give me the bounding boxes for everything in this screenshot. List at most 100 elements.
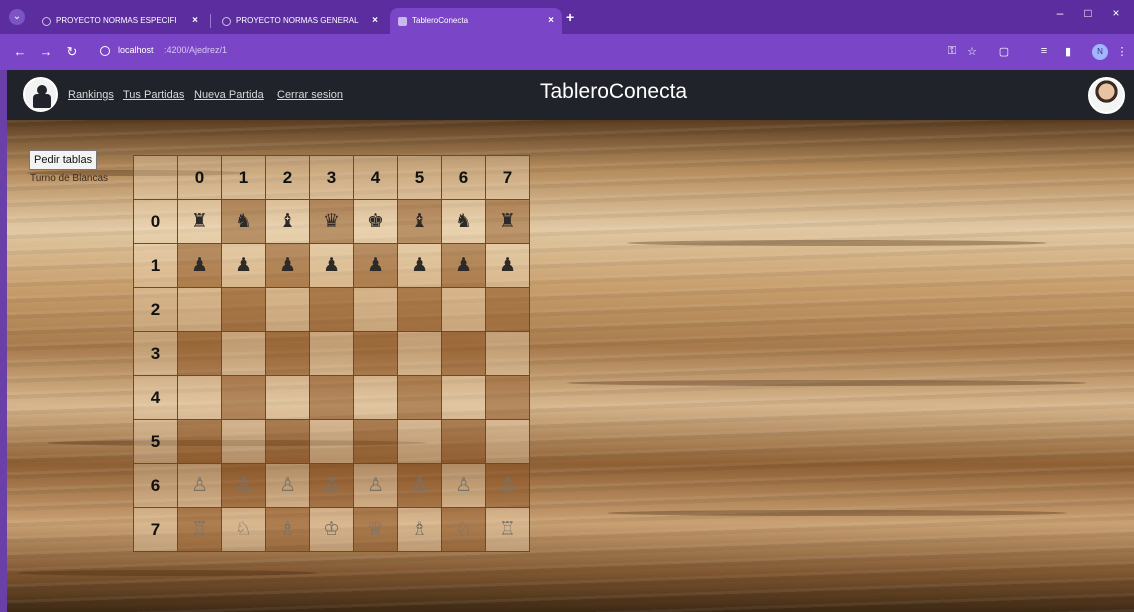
tab-search-icon[interactable]: ⌄ [9,9,25,25]
board-square[interactable]: ♘ [221,507,266,552]
browser-tab-tableroconecta[interactable]: TableroConecta × [390,8,562,34]
board-square[interactable] [177,331,222,376]
board-square[interactable]: ♙ [177,463,222,508]
black-bishop-icon[interactable]: ♝ [279,211,296,231]
board-square[interactable] [221,375,266,420]
board-square[interactable]: ♜ [177,199,222,244]
black-pawn-icon[interactable]: ♟ [411,255,428,275]
board-square[interactable]: ♗ [397,507,442,552]
board-square[interactable] [353,419,398,464]
black-pawn-icon[interactable]: ♟ [191,255,208,275]
close-icon[interactable]: × [372,8,378,34]
board-square[interactable]: ♗ [265,507,310,552]
board-square[interactable]: ♙ [441,463,486,508]
board-square[interactable]: ♜ [485,199,530,244]
white-pawn-icon[interactable]: ♙ [235,475,252,495]
board-square[interactable] [397,287,442,332]
board-square[interactable]: ♔ [309,507,354,552]
board-square[interactable]: ♙ [485,463,530,508]
board-square[interactable] [353,331,398,376]
white-rook-icon[interactable]: ♖ [191,519,208,539]
board-square[interactable]: ♟ [397,243,442,288]
board-square[interactable]: ♝ [397,199,442,244]
reload-icon[interactable]: ↻ [64,44,80,60]
password-key-icon[interactable]: ⚿ [944,45,960,58]
board-square[interactable]: ♙ [265,463,310,508]
board-square[interactable]: ♟ [177,243,222,288]
board-square[interactable] [353,375,398,420]
browser-tab-normas-generales[interactable]: PROYECTO NORMAS GENERAL × [214,8,386,34]
white-queen-icon[interactable]: ♕ [367,519,384,539]
board-square[interactable]: ♙ [353,463,398,508]
minimize-icon[interactable]: – [1050,6,1070,20]
board-square[interactable]: ♝ [265,199,310,244]
media-controls-icon[interactable]: ≡ [1036,45,1052,57]
board-square[interactable] [265,375,310,420]
board-square[interactable] [485,375,530,420]
close-icon[interactable]: × [192,8,198,34]
white-bishop-icon[interactable]: ♗ [279,519,296,539]
site-info-icon[interactable] [100,46,110,56]
browser-menu-icon[interactable]: ⋮ [1114,45,1130,58]
board-square[interactable]: ♞ [221,199,266,244]
board-square[interactable] [353,287,398,332]
address-bar[interactable]: localhost :4200/Ajedrez/1 [92,40,992,64]
profile-avatar-icon[interactable]: N [1092,44,1108,60]
nav-rankings[interactable]: Rankings [68,89,114,101]
board-square[interactable] [397,419,442,464]
black-rook-icon[interactable]: ♜ [499,211,516,231]
board-square[interactable] [177,287,222,332]
side-panel-icon[interactable]: ▮ [1060,45,1076,58]
board-square[interactable]: ♙ [397,463,442,508]
board-square[interactable] [441,419,486,464]
board-square[interactable] [309,331,354,376]
board-square[interactable] [265,287,310,332]
board-square[interactable] [397,331,442,376]
nav-nueva-partida[interactable]: Nueva Partida [194,89,264,101]
white-knight-icon[interactable]: ♘ [455,519,472,539]
board-square[interactable] [485,287,530,332]
restore-icon[interactable]: □ [1078,6,1098,20]
board-square[interactable] [265,419,310,464]
board-square[interactable]: ♟ [353,243,398,288]
request-draw-button[interactable]: Pedir tablas [29,150,98,170]
black-king-icon[interactable]: ♚ [367,211,384,231]
forward-icon[interactable]: → [38,44,54,59]
black-pawn-icon[interactable]: ♟ [323,255,340,275]
board-square[interactable] [485,419,530,464]
browser-tab-normas-especificas[interactable]: PROYECTO NORMAS ESPECIFI × [34,8,206,34]
white-pawn-icon[interactable]: ♙ [411,475,428,495]
white-rook-icon[interactable]: ♖ [499,519,516,539]
board-square[interactable]: ♛ [309,199,354,244]
white-pawn-icon[interactable]: ♙ [191,475,208,495]
white-pawn-icon[interactable]: ♙ [323,475,340,495]
user-avatar[interactable] [1088,77,1125,114]
board-square[interactable] [177,419,222,464]
white-pawn-icon[interactable]: ♙ [279,475,296,495]
board-square[interactable] [397,375,442,420]
nav-tus-partidas[interactable]: Tus Partidas [123,89,184,101]
logo-icon[interactable] [23,77,58,112]
board-square[interactable]: ♟ [221,243,266,288]
white-pawn-icon[interactable]: ♙ [367,475,384,495]
board-square[interactable] [309,287,354,332]
board-square[interactable]: ♟ [485,243,530,288]
board-square[interactable]: ♖ [485,507,530,552]
board-square[interactable]: ♘ [441,507,486,552]
black-pawn-icon[interactable]: ♟ [367,255,384,275]
board-square[interactable]: ♟ [441,243,486,288]
board-square[interactable] [309,375,354,420]
board-square[interactable] [221,331,266,376]
board-square[interactable] [441,287,486,332]
board-square[interactable] [441,375,486,420]
black-rook-icon[interactable]: ♜ [191,211,208,231]
white-knight-icon[interactable]: ♘ [235,519,252,539]
nav-cerrar-sesion[interactable]: Cerrar sesion [277,89,343,101]
black-bishop-icon[interactable]: ♝ [411,211,428,231]
black-pawn-icon[interactable]: ♟ [499,255,516,275]
black-pawn-icon[interactable]: ♟ [455,255,472,275]
board-square[interactable] [309,419,354,464]
board-square[interactable] [485,331,530,376]
board-square[interactable]: ♕ [353,507,398,552]
board-square[interactable]: ♞ [441,199,486,244]
